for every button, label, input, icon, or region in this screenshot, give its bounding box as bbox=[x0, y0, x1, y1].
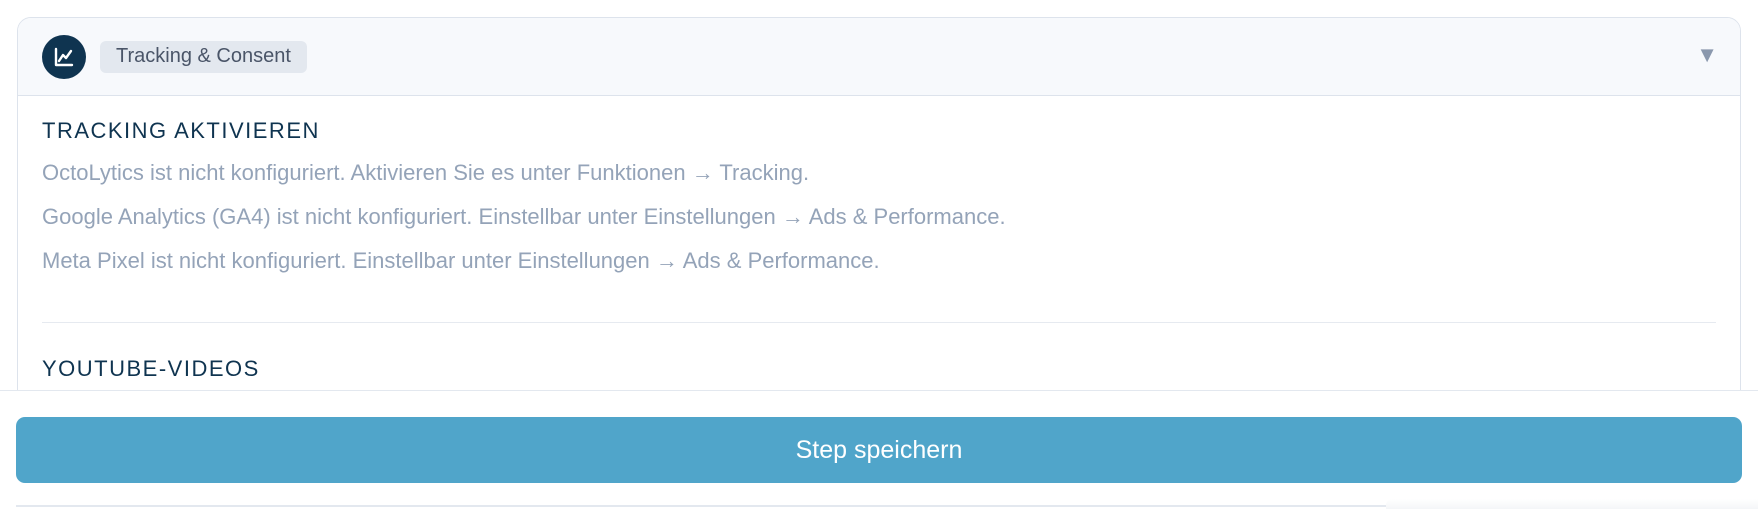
footer-divider bbox=[16, 505, 1386, 507]
section-tag: Tracking & Consent bbox=[100, 40, 307, 73]
footer-bar: Step speichern bbox=[0, 390, 1758, 509]
card-body: TRACKING AKTIVIEREN OctoLytics ist nicht… bbox=[18, 96, 1740, 382]
chevron-down-icon[interactable]: ▼ bbox=[1696, 42, 1718, 68]
section-divider bbox=[42, 322, 1716, 323]
chart-line-icon bbox=[42, 34, 86, 79]
ga4-status-text: Google Analytics (GA4) ist nicht konfigu… bbox=[42, 204, 1006, 229]
card-header[interactable]: Tracking & Consent ▼ bbox=[18, 18, 1740, 96]
tracking-consent-card: Tracking & Consent ▼ TRACKING AKTIVIEREN… bbox=[17, 17, 1741, 437]
save-step-button[interactable]: Step speichern bbox=[16, 417, 1742, 483]
meta-pixel-status-text: Meta Pixel ist nicht konfiguriert. Einst… bbox=[42, 248, 880, 273]
youtube-section-title: YOUTUBE-VIDEOS bbox=[42, 356, 260, 381]
octolytics-status-text: OctoLytics ist nicht konfiguriert. Aktiv… bbox=[42, 160, 810, 185]
tracking-section-title: TRACKING AKTIVIEREN bbox=[42, 118, 320, 143]
